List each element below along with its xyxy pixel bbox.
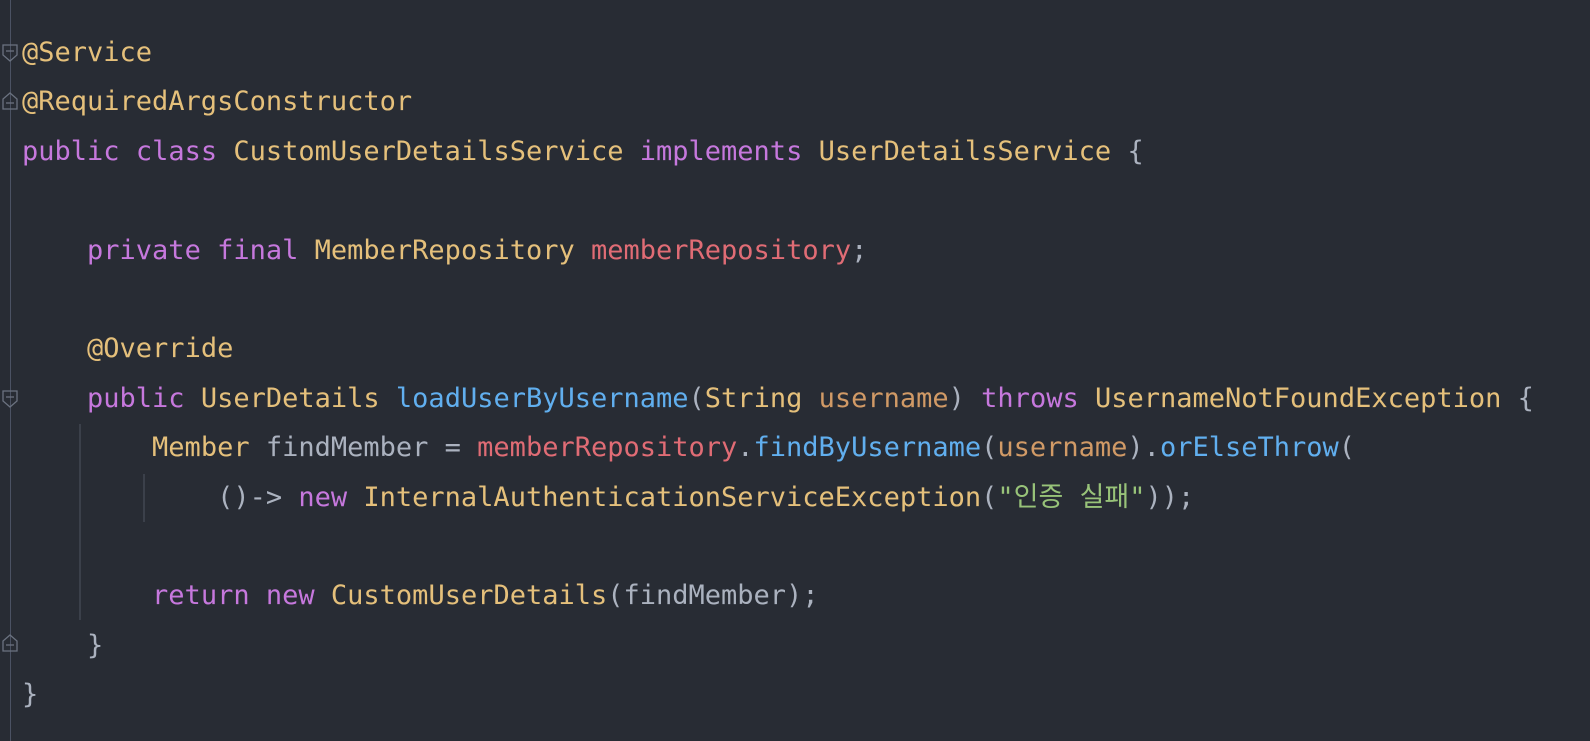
code-token-string: "인증 실패" — [997, 481, 1146, 513]
code-token-plain: . — [737, 432, 754, 464]
fold-marker-icon[interactable] — [2, 634, 18, 652]
code-token-type: String — [704, 382, 803, 414]
code-line[interactable]: @Override — [22, 332, 233, 366]
code-token-type: MemberRepository — [314, 234, 575, 266]
code-token-plain: } — [22, 629, 104, 661]
code-token-field: memberRepository — [477, 432, 738, 464]
code-token-annotation: @Service — [22, 37, 153, 68]
code-line[interactable]: } — [22, 629, 103, 663]
code-line[interactable]: Member findMember = memberRepository.fin… — [22, 431, 1355, 465]
code-token-plain: ; — [851, 234, 868, 266]
code-token-type: UserDetails — [200, 382, 380, 414]
code-token-annotation: @Override — [87, 333, 234, 365]
code-token-method: orElseThrow — [1159, 432, 1339, 464]
code-token-plain: ( — [981, 432, 998, 464]
code-token-keyword: public — [22, 135, 120, 167]
code-token-keyword: final — [217, 234, 299, 266]
code-token-field: memberRepository — [591, 234, 852, 266]
code-token-plain: findMember = — [249, 432, 478, 464]
code-line[interactable]: return new CustomUserDetails(findMember)… — [22, 579, 819, 613]
code-token-param: username — [818, 382, 949, 414]
code-token-keyword: public — [87, 382, 185, 414]
code-token-plain: ) — [948, 382, 982, 414]
code-token-param: username — [997, 432, 1128, 464]
code-line[interactable]: } — [22, 678, 38, 712]
code-token-type: InternalAuthenticationServiceException — [363, 481, 982, 513]
code-token-keyword: new — [265, 580, 315, 612]
code-token-type: CustomUserDetailsService — [233, 135, 624, 167]
code-token-plain: ). — [1127, 432, 1160, 464]
code-editor[interactable]: @Service @RequiredArgsConstructor public c… — [0, 0, 1590, 741]
code-token-type: UserDetailsService — [818, 135, 1112, 167]
code-token-keyword: private — [87, 234, 201, 266]
code-token-annotation: @RequiredArgsConstructor — [22, 86, 413, 118]
fold-marker-icon[interactable] — [2, 92, 18, 110]
code-token-plain: { — [1501, 382, 1534, 414]
fold-marker-icon[interactable] — [2, 44, 18, 62]
code-line[interactable]: @Service — [22, 36, 152, 70]
code-line[interactable]: public UserDetails loadUserByUsername(St… — [22, 382, 1534, 416]
code-token-plain: ( — [981, 481, 998, 513]
code-token-keyword: class — [135, 135, 218, 167]
code-line[interactable]: private final MemberRepository memberRep… — [22, 234, 867, 268]
code-line[interactable]: @RequiredArgsConstructor — [22, 85, 412, 119]
code-token-type: CustomUserDetails — [330, 580, 608, 612]
gutter-border — [10, 0, 11, 741]
code-token-method: loadUserByUsername — [395, 382, 689, 414]
code-token-plain: ( — [1338, 432, 1356, 464]
code-token-plain: ( — [688, 382, 705, 414]
code-token-type: Member — [152, 432, 250, 464]
fold-marker-icon[interactable] — [2, 390, 18, 408]
code-token-keyword: throws — [981, 382, 1079, 414]
code-token-keyword: implements — [639, 135, 803, 167]
code-token-method: findByUsername — [753, 432, 982, 464]
code-line[interactable]: ()-> new InternalAuthenticationServiceEx… — [22, 481, 1194, 515]
code-token-plain: (findMember); — [607, 580, 819, 612]
code-token-keyword: new — [298, 481, 348, 513]
code-token-plain: { — [1111, 135, 1144, 167]
code-token-type: UsernameNotFoundException — [1094, 382, 1502, 414]
code-token-plain: ()-> — [22, 481, 299, 513]
code-token-plain: } — [22, 679, 39, 711]
code-line[interactable]: public class CustomUserDetailsService im… — [22, 135, 1144, 169]
code-token-plain: )); — [1145, 481, 1195, 513]
code-token-keyword: return — [152, 580, 250, 612]
